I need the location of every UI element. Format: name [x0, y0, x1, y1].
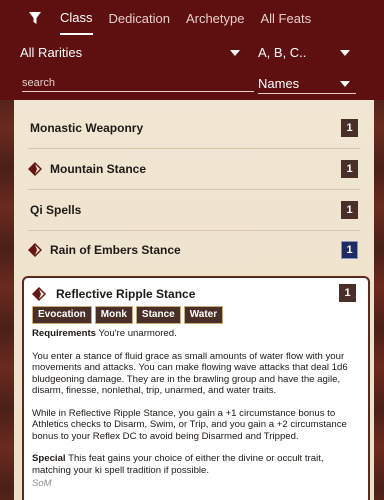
- special-text: This feat gains your choice of either th…: [32, 453, 324, 476]
- trait-list: Evocation Monk Stance Water: [32, 306, 224, 324]
- feat-list-panel: Monastic Weaponry 1 Mountain Stance 1 Qi…: [14, 100, 374, 500]
- feat-row-monastic-weaponry[interactable]: Monastic Weaponry 1: [14, 108, 374, 148]
- filter-header: Class Dedication Archetype All Feats All…: [0, 0, 384, 100]
- search-input[interactable]: [22, 74, 254, 92]
- tab-all-feats[interactable]: All Feats: [261, 2, 312, 34]
- tab-bar: Class Dedication Archetype All Feats: [0, 0, 384, 36]
- single-action-icon: [30, 284, 50, 304]
- requirements-label: Requirements: [32, 328, 96, 339]
- feat-name: Reflective Ripple Stance: [56, 287, 196, 301]
- chevron-down-icon: [340, 81, 350, 87]
- level-badge: 1: [341, 201, 358, 219]
- tab-dedication[interactable]: Dedication: [109, 2, 170, 34]
- description-paragraph-1: You enter a stance of fluid grace as sma…: [32, 350, 348, 397]
- feat-row-rain-of-embers-stance[interactable]: Rain of Embers Stance 1: [14, 230, 374, 270]
- level-badge: 1: [341, 241, 358, 259]
- feat-name: Qi Spells: [30, 203, 82, 217]
- tab-class[interactable]: Class: [60, 1, 93, 35]
- special-line: Special This feat gains your choice of e…: [32, 453, 362, 476]
- chevron-down-icon: [230, 50, 240, 56]
- single-action-icon: [26, 159, 46, 179]
- expanded-feat-card[interactable]: Reflective Ripple Stance 1 Evocation Mon…: [22, 276, 370, 500]
- special-label: Special: [32, 453, 66, 464]
- background-border-left: [0, 88, 14, 500]
- feat-row-mountain-stance[interactable]: Mountain Stance 1: [14, 149, 374, 189]
- feat-name: Rain of Embers Stance: [50, 243, 181, 257]
- level-badge: 1: [339, 284, 356, 302]
- single-action-icon: [26, 240, 46, 260]
- trait-evocation[interactable]: Evocation: [32, 306, 92, 324]
- sort-select-value: A, B, C..: [258, 45, 307, 60]
- source-label: SoM: [32, 478, 52, 489]
- feat-name: Mountain Stance: [50, 162, 147, 176]
- requirements-text: You're unarmored.: [98, 328, 177, 339]
- feat-row-qi-spells[interactable]: Qi Spells 1: [14, 190, 374, 230]
- trait-stance[interactable]: Stance: [135, 306, 181, 324]
- trait-monk[interactable]: Monk: [94, 306, 133, 324]
- trait-water[interactable]: Water: [183, 306, 224, 324]
- level-badge: 1: [341, 119, 358, 137]
- tab-archetype[interactable]: Archetype: [186, 2, 245, 34]
- feat-description: Requirements You're unarmored. You enter…: [32, 328, 362, 487]
- filter-icon[interactable]: [24, 7, 46, 29]
- requirements-line: Requirements You're unarmored.: [32, 328, 362, 340]
- chevron-down-icon: [340, 50, 350, 56]
- field-select-value: Names: [258, 76, 300, 91]
- field-select-underline: [258, 93, 356, 94]
- card-title: Reflective Ripple Stance: [30, 284, 195, 304]
- level-badge: 1: [341, 160, 358, 178]
- feat-name: Monastic Weaponry: [30, 121, 144, 135]
- description-paragraph-2: While in Reflective Ripple Stance, you g…: [32, 407, 347, 442]
- rarity-select-value: All Rarities: [20, 45, 83, 60]
